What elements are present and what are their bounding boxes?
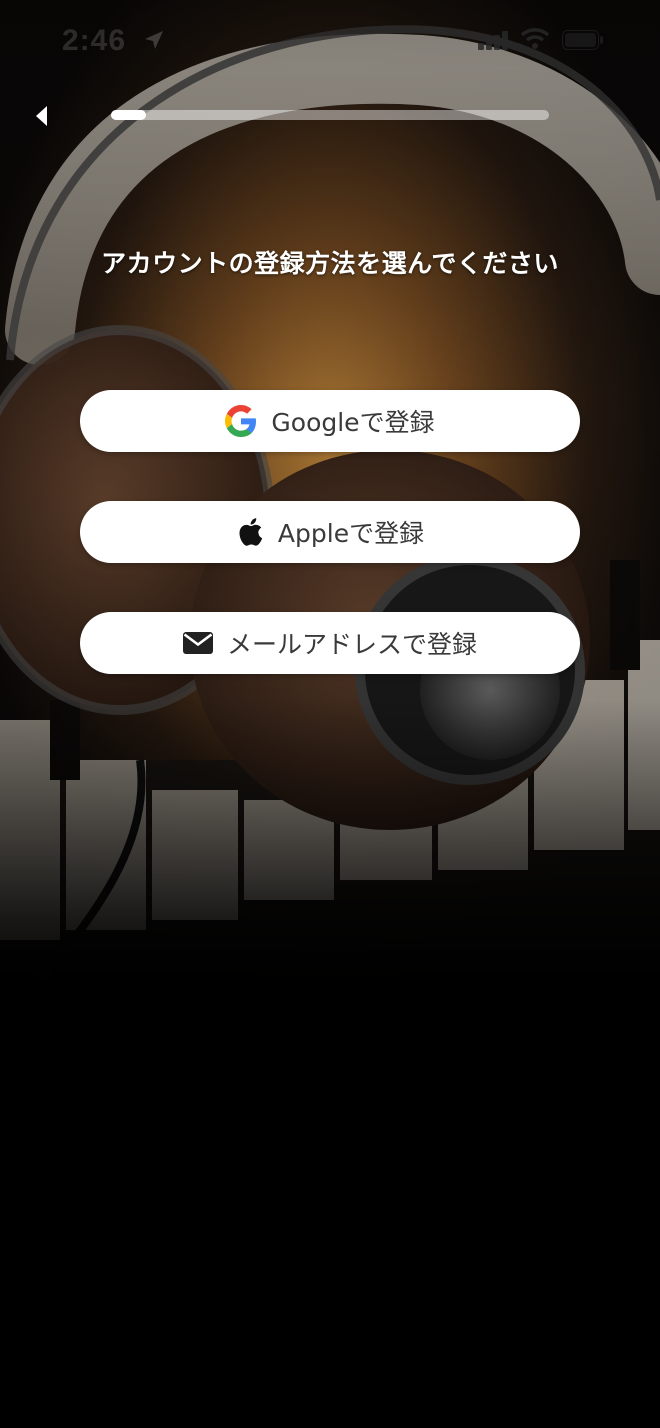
battery-icon [562,30,603,50]
status-time: 2:46 [62,24,127,57]
email-signup-label: メールアドレスで登録 [226,630,477,659]
back-button[interactable] [22,96,62,136]
google-signup-label: Googleで登録 [271,408,435,437]
apple-signup-label: Appleで登録 [277,519,425,548]
google-signup-button[interactable]: Googleで登録 [80,390,580,452]
apple-signup-button[interactable]: Appleで登録 [80,501,580,563]
progress-bar-fill [111,110,147,120]
page-title: アカウントの登録方法を選んでください [101,249,559,278]
email-signup-button[interactable]: メールアドレスで登録 [80,612,580,674]
background-overlay [0,0,660,1000]
cellular-signal-icon [478,31,508,50]
back-chevron-icon [36,106,47,126]
status-bar: 2:46 [0,0,660,80]
envelope-icon [182,631,213,655]
apple-icon [236,517,264,547]
google-icon [225,405,257,437]
signup-progress-bar [111,110,549,120]
location-arrow-icon [145,31,163,49]
signup-method-screen: 2:46 アカウントの登録方法を選んでください Googleで登録 Appleで… [0,0,660,1428]
wifi-icon [520,28,550,49]
